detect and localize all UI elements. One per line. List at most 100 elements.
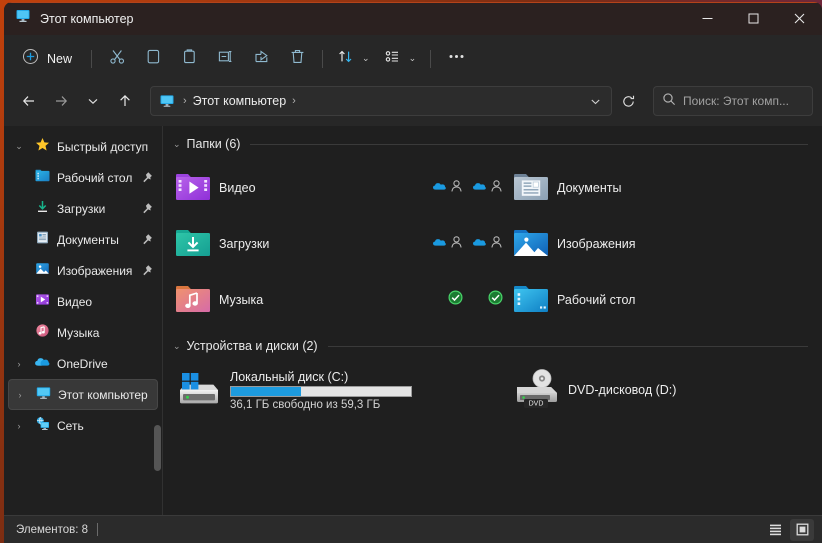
folder-item[interactable]: Документы xyxy=(463,160,793,216)
network-icon xyxy=(35,416,50,436)
rename-button[interactable] xyxy=(207,43,243,75)
folder-item[interactable]: Видео xyxy=(163,160,463,216)
folder-item-label: Рабочий стол xyxy=(557,293,636,307)
minimize-button[interactable] xyxy=(684,2,730,35)
share-button[interactable] xyxy=(243,43,279,75)
breadcrumb-this-pc[interactable]: Этот компьютер xyxy=(190,94,289,108)
refresh-button[interactable] xyxy=(612,86,644,116)
breadcrumb-separator-2[interactable]: › xyxy=(289,95,299,107)
paste-button[interactable] xyxy=(171,43,207,75)
up-button[interactable] xyxy=(109,86,141,116)
onedrive-cloud-badge xyxy=(432,179,447,198)
folder-item[interactable]: Музыка xyxy=(163,272,463,328)
breadcrumb-icon xyxy=(159,93,175,109)
sort-button[interactable]: ⌄ xyxy=(330,43,377,75)
search-box[interactable]: Поиск: Этот комп... xyxy=(653,86,813,116)
music-folder-icon xyxy=(175,283,211,318)
search-input[interactable]: Поиск: Этот комп... xyxy=(683,94,789,108)
file-list-view[interactable]: ⌄ Папки (6) Видео Документы Загрузки Изобра… xyxy=(163,126,822,515)
drive-item[interactable]: Локальный диск (C:) 36,1 ГБ свободно из 5… xyxy=(163,362,463,418)
sidebar-item-label: Рабочий стол xyxy=(57,170,133,185)
sidebar-item-7[interactable]: › OneDrive xyxy=(8,348,158,379)
paste-icon xyxy=(181,48,198,70)
recent-locations-button[interactable] xyxy=(77,86,109,116)
sidebar-item-0[interactable]: ⌄ Быстрый доступ xyxy=(8,131,158,162)
music-icon xyxy=(35,323,50,343)
drive-name-label: DVD-дисковод (D:) xyxy=(568,383,677,397)
pin-icon[interactable] xyxy=(140,202,153,215)
sidebar-item-4[interactable]: Изображения xyxy=(8,255,158,286)
chevron-right-icon[interactable]: › xyxy=(8,359,30,369)
back-button[interactable] xyxy=(13,86,45,116)
drive-name-label: Локальный диск (C:) xyxy=(230,369,349,384)
shared-person-badge xyxy=(490,235,503,254)
status-badge xyxy=(463,179,509,198)
copy-button[interactable] xyxy=(135,43,171,75)
address-bar[interactable]: › Этот компьютер › xyxy=(150,86,612,116)
sidebar-item-3[interactable]: Документы xyxy=(8,224,158,255)
drive-item[interactable]: DVD DVD-дисковод (D:) xyxy=(463,362,793,418)
folder-item[interactable]: Рабочий стол xyxy=(463,272,793,328)
forward-button[interactable] xyxy=(45,86,77,116)
status-bar-right xyxy=(763,518,814,541)
address-dropdown-button[interactable] xyxy=(581,88,609,114)
share-icon xyxy=(253,48,270,70)
large-icons-view-button[interactable] xyxy=(790,518,814,541)
cloud-icon xyxy=(34,354,50,374)
sidebar-item-label: Видео xyxy=(57,294,93,309)
sidebar-item-2[interactable]: Загрузки xyxy=(8,193,158,224)
pin-icon[interactable] xyxy=(140,233,153,246)
sidebar-item-1[interactable]: Рабочий стол xyxy=(8,162,158,193)
chevron-down-icon[interactable]: ⌄ xyxy=(8,141,30,152)
chevron-down-icon[interactable]: ⌄ xyxy=(173,139,181,150)
explorer-body: ⌄ Быстрый доступ Рабочий стол Загрузки Докум… xyxy=(4,126,822,515)
view-button[interactable]: ⌄ xyxy=(377,43,424,75)
sidebar-item-label: Сеть xyxy=(57,418,84,433)
pin-icon[interactable] xyxy=(140,264,153,277)
desktop-folder-icon-lg xyxy=(513,283,549,318)
sidebar-item-9[interactable]: › Сеть xyxy=(8,410,158,441)
cut-button[interactable] xyxy=(99,43,135,75)
folder-item[interactable]: Изображения xyxy=(463,216,793,272)
sidebar-item-6[interactable]: Музыка xyxy=(8,317,158,348)
toolbar-divider-2 xyxy=(322,49,324,68)
section-title-folders: Папки (6) xyxy=(186,137,241,151)
dvd-drive-icon: DVD xyxy=(514,368,560,413)
navigation-bar: › Этот компьютер › Поиск: Этот комп... xyxy=(4,82,822,126)
sidebar-item-label: OneDrive xyxy=(57,356,108,371)
navigation-pane[interactable]: ⌄ Быстрый доступ Рабочий стол Загрузки Докум… xyxy=(4,126,163,515)
pin-icon[interactable] xyxy=(140,171,153,184)
folders-grid: Видео Документы Загрузки Изображения Музыка Р… xyxy=(163,156,822,328)
onedrive-cloud-badge xyxy=(472,179,487,198)
section-header-folders[interactable]: ⌄ Папки (6) xyxy=(163,132,822,156)
onedrive-cloud-badge xyxy=(472,235,487,254)
chevron-right-icon[interactable]: › xyxy=(9,390,31,400)
new-button[interactable]: New xyxy=(13,43,84,75)
maximize-button[interactable] xyxy=(730,2,776,35)
close-button[interactable] xyxy=(776,2,822,35)
sidebar-scrollbar-thumb[interactable] xyxy=(154,425,161,471)
plus-circle-icon xyxy=(22,48,39,70)
chevron-right-icon[interactable]: › xyxy=(8,421,30,431)
toolbar-divider-1 xyxy=(91,49,93,68)
this-pc-icon xyxy=(36,385,51,405)
breadcrumb-separator-1: › xyxy=(183,95,187,107)
more-options-button[interactable] xyxy=(438,43,474,75)
chevron-down-icon[interactable]: ⌄ xyxy=(173,341,181,352)
folder-item[interactable]: Загрузки xyxy=(163,216,463,272)
sidebar-item-label: Быстрый доступ xyxy=(57,139,149,154)
sidebar-item-5[interactable]: Видео xyxy=(8,286,158,317)
scissors-icon xyxy=(109,48,126,70)
details-view-button[interactable] xyxy=(763,519,787,541)
documents-folder-icon xyxy=(513,171,549,206)
delete-button[interactable] xyxy=(279,43,315,75)
videos-folder-icon xyxy=(175,171,211,206)
new-button-label: New xyxy=(47,51,73,66)
status-badge xyxy=(417,179,463,198)
section-header-drives[interactable]: ⌄ Устройства и диски (2) xyxy=(163,334,822,358)
sidebar-item-label: Изображения xyxy=(57,263,133,278)
this-pc-icon xyxy=(15,8,31,29)
shared-person-badge xyxy=(490,179,503,198)
explorer-window: Этот компьютер New ⌄ ⌄ › Этот компьютер … xyxy=(4,2,822,543)
sidebar-item-8[interactable]: › Этот компьютер xyxy=(8,379,158,410)
